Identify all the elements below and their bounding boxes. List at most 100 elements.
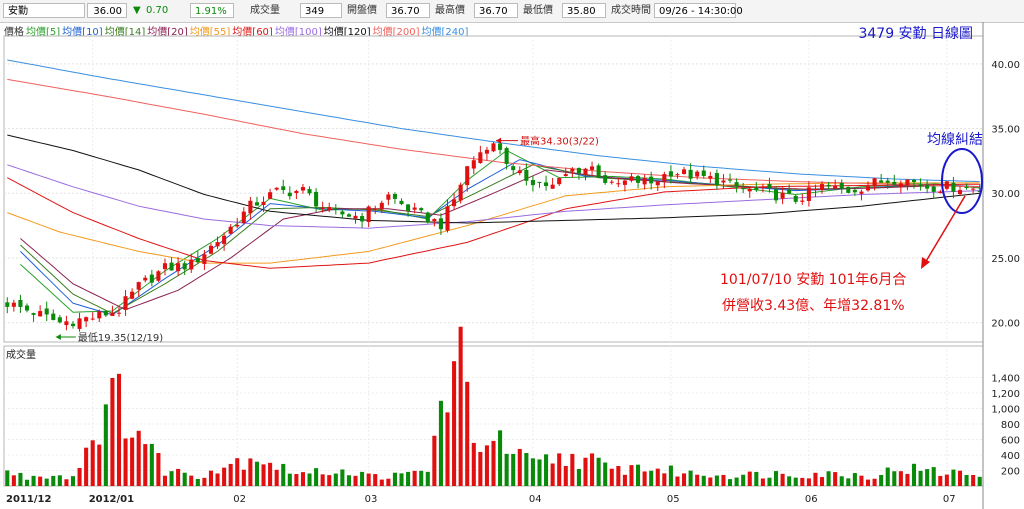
candle-body <box>583 168 588 175</box>
volume-bar <box>31 475 36 486</box>
volume-bar <box>603 462 608 486</box>
volume-bar <box>491 440 496 486</box>
candle-body <box>31 313 36 315</box>
ma-line <box>7 177 980 269</box>
candle-body <box>235 224 240 227</box>
candle-body <box>728 179 733 181</box>
candle-body <box>215 242 220 247</box>
candle-body <box>846 186 851 193</box>
candle-body <box>458 184 463 201</box>
volume-bar <box>143 444 148 486</box>
volume-bar <box>511 453 516 486</box>
candle-body <box>537 181 542 183</box>
volume-bar <box>294 474 299 486</box>
volume-bar <box>544 454 549 486</box>
month-label: 05 <box>667 494 680 505</box>
volume-bar <box>215 473 220 486</box>
volume-bar <box>583 457 588 486</box>
candle-body <box>931 186 936 192</box>
volume-bar <box>340 469 345 486</box>
volume-bar <box>590 453 595 486</box>
candle-body <box>445 206 450 231</box>
candle-body <box>287 192 292 197</box>
volume-bar <box>412 470 417 486</box>
candle-body <box>465 166 470 186</box>
volume-bar <box>110 378 115 486</box>
candle-body <box>741 188 746 190</box>
volume-bar <box>767 477 772 486</box>
volume-bar <box>44 478 49 486</box>
month-label: 2011/12 <box>6 494 51 505</box>
candle-body <box>570 168 575 172</box>
volume-bar <box>911 463 917 486</box>
candle-body <box>366 206 371 223</box>
volume-bar <box>609 468 614 486</box>
candle-body <box>248 200 253 214</box>
volume-bar <box>865 479 871 486</box>
candle-body <box>162 263 168 270</box>
volume-bar <box>346 475 351 486</box>
candle-body <box>596 165 601 178</box>
candle-body <box>103 311 108 316</box>
candle-body <box>603 175 608 183</box>
volume-bar <box>622 474 627 486</box>
candle-body <box>879 180 884 183</box>
volume-bar <box>458 326 463 486</box>
candle-body <box>176 263 181 272</box>
volume-bar <box>136 430 141 486</box>
volume-bar <box>918 470 923 486</box>
candle-body <box>839 182 844 189</box>
candle-body <box>77 318 82 329</box>
volume-bar <box>208 470 214 486</box>
candle-body <box>682 169 687 174</box>
candle-body <box>767 184 772 189</box>
volume-tick-label: 1,200 <box>991 389 1020 400</box>
volume-bar <box>241 469 246 486</box>
volume-bar <box>898 471 903 486</box>
volume-bar <box>971 475 976 486</box>
candle-body <box>925 184 930 189</box>
volume-tick-label: 1,400 <box>991 374 1020 385</box>
candle-body <box>813 188 818 191</box>
volume-bar <box>287 473 292 486</box>
volume-bar <box>360 471 365 486</box>
candle-body <box>622 180 627 185</box>
candle-body <box>360 216 365 222</box>
volume-bar <box>668 465 673 486</box>
candle-body <box>143 277 148 281</box>
candle-body <box>340 211 345 215</box>
candle-body <box>662 174 667 182</box>
candle-body <box>281 186 286 190</box>
volume-bar <box>366 473 371 486</box>
candle-body <box>386 194 391 200</box>
candle-body <box>800 200 805 202</box>
candle-body <box>708 175 713 179</box>
candle-body <box>806 187 811 201</box>
candle-body <box>333 208 338 210</box>
volume-bar <box>931 467 936 486</box>
volume-bar <box>642 471 647 486</box>
volume-bar <box>524 453 529 486</box>
volume-bar <box>550 463 555 486</box>
candle-body <box>471 160 476 169</box>
volume-bar <box>103 404 108 486</box>
volume-bar <box>530 458 535 486</box>
callout-arrow-head <box>921 257 930 269</box>
candle-body <box>498 143 503 150</box>
volume-bar <box>195 478 200 486</box>
price-tick-label: 30.00 <box>991 189 1020 200</box>
candle-body <box>320 207 325 209</box>
candle-body <box>511 166 516 171</box>
volume-bar <box>905 473 910 486</box>
price-tick-label: 40.00 <box>991 60 1020 71</box>
candle-body <box>944 181 949 189</box>
candle-body <box>721 180 726 183</box>
volume-bar <box>734 477 739 486</box>
volume-bar <box>77 467 82 486</box>
candle-body <box>563 174 568 177</box>
candle-body <box>701 170 706 176</box>
callout-line-1: 101/07/10 安勤 101年6月合 <box>720 272 906 288</box>
volume-bar <box>465 381 470 486</box>
candle-body <box>609 181 614 183</box>
volume-bar <box>222 467 227 486</box>
